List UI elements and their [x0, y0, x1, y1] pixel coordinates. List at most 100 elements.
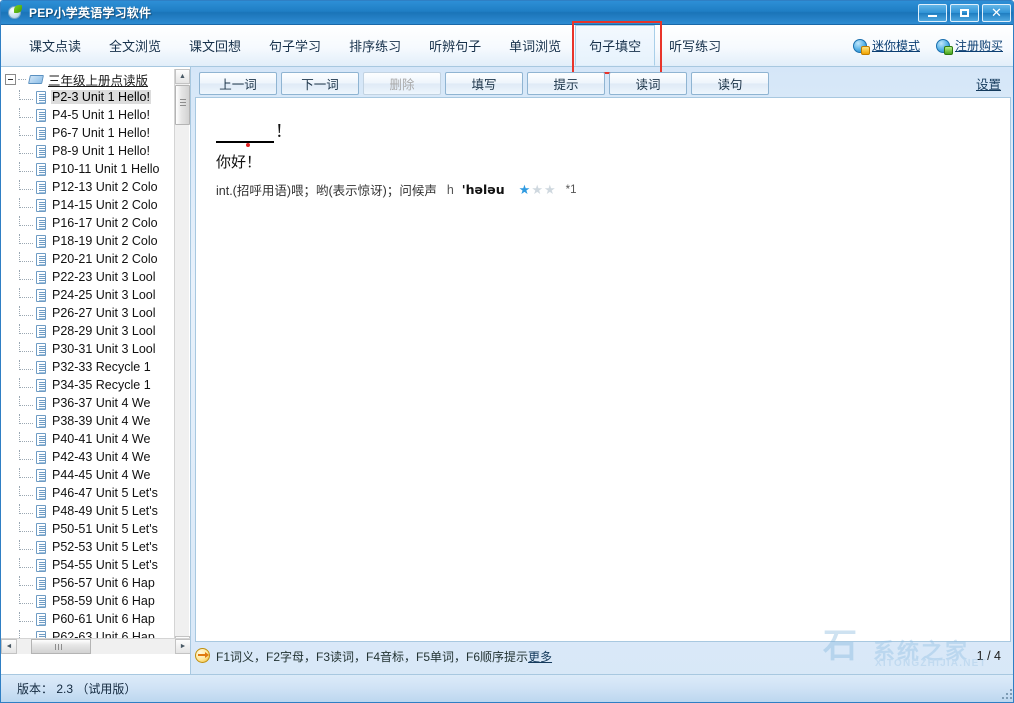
tree-item[interactable]: P34-35 Recycle 1	[1, 376, 175, 394]
tree-item-label: P42-43 Unit 4 We	[51, 450, 151, 464]
page-icon	[35, 432, 48, 447]
tree-connector	[19, 108, 33, 118]
tree-item[interactable]: P20-21 Unit 2 Colo	[1, 250, 175, 268]
tree-item[interactable]: P32-33 Recycle 1	[1, 358, 175, 376]
version-label: 版本： 2.3 （试用版）	[17, 680, 136, 697]
collapse-expander-icon[interactable]	[5, 74, 16, 85]
menu-item-paixulianxi[interactable]: 排序练习	[335, 25, 415, 66]
page-icon	[35, 414, 48, 429]
scroll-left-button[interactable]: ◄	[1, 639, 17, 654]
tree-item[interactable]: P14-15 Unit 2 Colo	[1, 196, 175, 214]
tree-item[interactable]: P10-11 Unit 1 Hello	[1, 160, 175, 178]
tree-item[interactable]: P40-41 Unit 4 We	[1, 430, 175, 448]
sidebar-horizontal-scrollbar[interactable]: ◄ ►	[1, 638, 191, 654]
register-purchase-link[interactable]: 注册购买	[936, 37, 1003, 54]
tree-item[interactable]: P2-3 Unit 1 Hello!	[1, 88, 175, 106]
page-icon	[35, 486, 48, 501]
page-icon	[35, 180, 48, 195]
lesson-tree: 三年级上册点读版 P2-3 Unit 1 Hello! P4-5 Unit 1 …	[1, 70, 175, 652]
prev-word-button[interactable]: 上一词	[199, 72, 277, 95]
tree-item[interactable]: P44-45 Unit 4 We	[1, 466, 175, 484]
menu-item-kewenhuixiang[interactable]: 课文回想	[175, 25, 255, 66]
more-link[interactable]: 更多	[528, 648, 552, 665]
tree-item-label: P54-55 Unit 5 Let's	[51, 558, 159, 572]
tree-connector	[19, 522, 33, 532]
difficulty-stars: ★ ★ ★	[519, 183, 556, 196]
tree-item[interactable]: P46-47 Unit 5 Let's	[1, 484, 175, 502]
menu-item-tingxielianxi[interactable]: 听写练习	[655, 25, 735, 66]
tree-item[interactable]: P26-27 Unit 3 Lool	[1, 304, 175, 322]
sidebar-vertical-scrollbar[interactable]: ▲ ▼	[174, 69, 189, 651]
tree-item-label: P46-47 Unit 5 Let's	[51, 486, 159, 500]
window-controls: ✕	[918, 4, 1011, 22]
main-panel: 上一词 下一词 删除 填写 提示 读词 读句 设置 ! 你好！ int.(招呼用…	[191, 67, 1014, 676]
scroll-right-button[interactable]: ►	[175, 639, 191, 654]
tree-item-label: P34-35 Recycle 1	[51, 378, 152, 392]
hint-button[interactable]: 提示	[527, 72, 605, 95]
tree-item[interactable]: P12-13 Unit 2 Colo	[1, 178, 175, 196]
maximize-button[interactable]	[950, 4, 979, 22]
page-icon	[35, 198, 48, 213]
tree-item[interactable]: P4-5 Unit 1 Hello!	[1, 106, 175, 124]
mini-mode-link[interactable]: 迷你模式	[853, 37, 920, 54]
tree-item[interactable]: P50-51 Unit 5 Let's	[1, 520, 175, 538]
tree-item[interactable]: P58-59 Unit 6 Hap	[1, 592, 175, 610]
resize-grip[interactable]	[1000, 687, 1012, 699]
horizontal-scroll-thumb[interactable]	[31, 639, 91, 654]
tree-item-label: P22-23 Unit 3 Lool	[51, 270, 157, 284]
tree-item[interactable]: P24-25 Unit 3 Lool	[1, 286, 175, 304]
tree-item[interactable]: P30-31 Unit 3 Lool	[1, 340, 175, 358]
scroll-up-button[interactable]: ▲	[175, 69, 190, 84]
tree-connector	[19, 306, 33, 316]
menu-item-juzitiankong[interactable]: 句子填空	[575, 25, 655, 66]
tree-connector	[19, 324, 33, 334]
menu-item-tingbianjuzi[interactable]: 听辨句子	[415, 25, 495, 66]
tree-item[interactable]: P56-57 Unit 6 Hap	[1, 574, 175, 592]
menu-item-juzixuexi[interactable]: 句子学习	[255, 25, 335, 66]
minimize-button[interactable]	[918, 4, 947, 22]
tree-item[interactable]: P52-53 Unit 5 Let's	[1, 538, 175, 556]
close-icon: ✕	[991, 7, 1002, 20]
read-word-button[interactable]: 读词	[609, 72, 687, 95]
tree-item[interactable]: P38-39 Unit 4 We	[1, 412, 175, 430]
tree-item[interactable]: P16-17 Unit 2 Colo	[1, 214, 175, 232]
tree-item[interactable]: P8-9 Unit 1 Hello!	[1, 142, 175, 160]
tree-root-node[interactable]: 三年级上册点读版	[1, 70, 175, 88]
fill-button[interactable]: 填写	[445, 72, 523, 95]
tree-item-label: P56-57 Unit 6 Hap	[51, 576, 156, 590]
tree-item[interactable]: P36-37 Unit 4 We	[1, 394, 175, 412]
page-icon	[35, 108, 48, 123]
tree-connector	[19, 342, 33, 352]
blank-input-field[interactable]	[216, 121, 274, 143]
close-button[interactable]: ✕	[982, 4, 1011, 22]
settings-link[interactable]: 设置	[976, 74, 1001, 93]
tree-item[interactable]: P42-43 Unit 4 We	[1, 448, 175, 466]
tree-item[interactable]: P54-55 Unit 5 Let's	[1, 556, 175, 574]
menu-item-quanwenliulan[interactable]: 全文浏览	[95, 25, 175, 66]
tree-item[interactable]: P60-61 Unit 6 Hap	[1, 610, 175, 628]
menu-item-danciliulan[interactable]: 单词浏览	[495, 25, 575, 66]
tree-item-label: P44-45 Unit 4 We	[51, 468, 151, 482]
next-word-button[interactable]: 下一词	[281, 72, 359, 95]
vertical-scroll-thumb[interactable]	[175, 85, 190, 125]
occurrence-count: *1	[566, 184, 577, 196]
tree-item-label: P10-11 Unit 1 Hello	[51, 162, 160, 176]
tree-item-label: P58-59 Unit 6 Hap	[51, 594, 156, 608]
tree-item[interactable]: P6-7 Unit 1 Hello!	[1, 124, 175, 142]
read-sentence-button[interactable]: 读句	[691, 72, 769, 95]
page-icon	[35, 234, 48, 249]
tree-connector	[19, 468, 33, 478]
tree-item[interactable]: P48-49 Unit 5 Let's	[1, 502, 175, 520]
menu-item-kewendiandu[interactable]: 课文点读	[15, 25, 95, 66]
page-indicator: 1 / 4	[977, 649, 1001, 663]
delete-button: 删除	[363, 72, 441, 95]
page-icon	[35, 378, 48, 393]
tree-connector	[19, 414, 33, 424]
mini-mode-label: 迷你模式	[872, 37, 920, 54]
shortcut-hint-text: F1词义，F2字母，F3读词，F4音标，F5单词，F6顺序提示	[216, 648, 528, 665]
tree-item[interactable]: P22-23 Unit 3 Lool	[1, 268, 175, 286]
tree-connector	[19, 486, 33, 496]
tree-item[interactable]: P28-29 Unit 3 Lool	[1, 322, 175, 340]
tree-item[interactable]: P18-19 Unit 2 Colo	[1, 232, 175, 250]
page-icon	[35, 468, 48, 483]
